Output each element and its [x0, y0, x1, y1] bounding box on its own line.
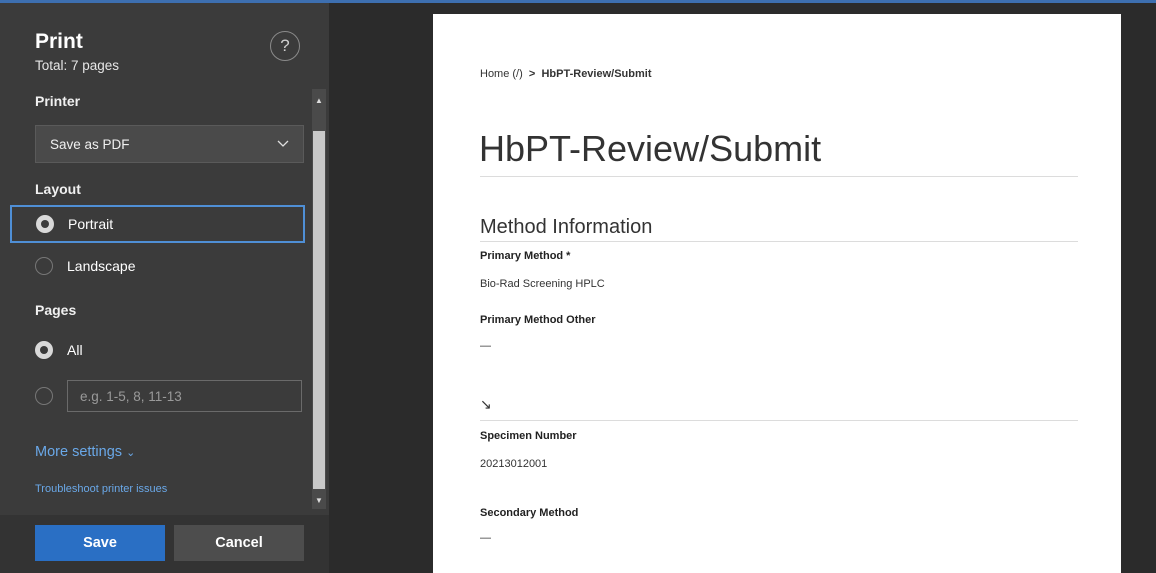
divider: [480, 420, 1078, 421]
pages-all-label: All: [67, 342, 83, 358]
chevron-down-icon: [277, 137, 289, 151]
print-panel: Print Total: 7 pages ? Printer Save as P…: [0, 3, 329, 573]
landscape-label: Landscape: [67, 258, 136, 274]
pages-all-option[interactable]: All: [35, 331, 304, 369]
more-settings-label: More settings: [35, 444, 123, 460]
field-label: Primary Method *: [480, 250, 571, 262]
divider: [480, 241, 1078, 242]
radio-unchecked-icon: [35, 257, 53, 275]
printer-select-value: Save as PDF: [50, 136, 130, 152]
field-label: Secondary Method: [480, 507, 579, 519]
printer-label: Printer: [35, 93, 81, 109]
field-value: —: [480, 532, 491, 544]
layout-label: Layout: [35, 181, 81, 197]
save-button[interactable]: Save: [35, 525, 165, 561]
page-title: HbPT-Review/Submit: [479, 128, 822, 169]
scroll-up-icon[interactable]: ▲: [313, 93, 325, 107]
layout-portrait-option[interactable]: Portrait: [10, 205, 305, 243]
cancel-button[interactable]: Cancel: [174, 525, 304, 561]
breadcrumb-current: HbPT-Review/Submit: [541, 68, 652, 80]
printer-select[interactable]: Save as PDF: [35, 125, 304, 163]
radio-checked-icon: [35, 341, 53, 359]
radio-unchecked-icon: [35, 387, 53, 405]
scrollbar-thumb[interactable]: [313, 131, 325, 489]
field-label: Specimen Number: [480, 430, 577, 442]
field-value: Bio-Rad Screening HPLC: [480, 278, 605, 290]
preview-page[interactable]: Home (/) > HbPT-Review/Submit HbPT-Revie…: [433, 14, 1121, 573]
breadcrumb-separator: >: [528, 68, 536, 80]
help-button[interactable]: ?: [270, 31, 300, 61]
field-value: 20213012001: [480, 458, 548, 470]
layout-landscape-option[interactable]: Landscape: [35, 247, 304, 285]
pages-label: Pages: [35, 302, 77, 318]
radio-checked-icon: [36, 215, 54, 233]
portrait-label: Portrait: [68, 216, 114, 232]
field-label: Primary Method Other: [480, 314, 596, 326]
troubleshoot-link[interactable]: Troubleshoot printer issues: [35, 483, 167, 495]
arrow-down-right-icon: ↘: [480, 396, 492, 412]
preview-right-margin: [1121, 3, 1156, 573]
chevron-down-icon: ⌄: [126, 447, 136, 459]
section-title: Method Information: [480, 216, 653, 238]
help-icon: ?: [280, 36, 290, 55]
print-title: Print: [35, 30, 83, 53]
pages-range-option[interactable]: e.g. 1-5, 8, 11-13: [35, 377, 304, 415]
field-value: —: [480, 340, 491, 352]
page-range-input[interactable]: e.g. 1-5, 8, 11-13: [67, 380, 302, 412]
scroll-down-icon[interactable]: ▼: [313, 493, 325, 507]
breadcrumb-home: Home (/): [480, 68, 523, 80]
divider: [480, 176, 1078, 177]
total-pages: Total: 7 pages: [35, 58, 120, 73]
breadcrumb: Home (/) > HbPT-Review/Submit: [480, 68, 652, 80]
more-settings-link[interactable]: More settings ⌄: [35, 444, 135, 460]
